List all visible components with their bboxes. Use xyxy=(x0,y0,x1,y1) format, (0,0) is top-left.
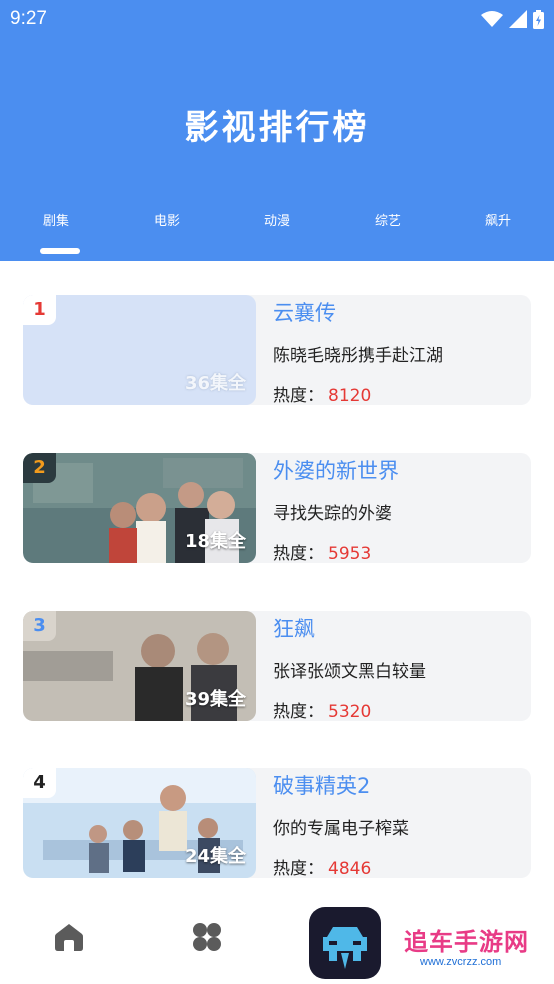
rank-badge: 4 xyxy=(23,768,56,798)
app-logo xyxy=(309,907,381,979)
heat-label: 热度： xyxy=(273,859,324,878)
tab-variety[interactable]: 综艺 xyxy=(348,210,428,229)
heat-value: 5320 xyxy=(328,702,372,721)
bottom-nav: 追车手游网 www.zvcrzz.com xyxy=(0,896,554,984)
item-title: 破事精英2 xyxy=(273,774,371,798)
battery-icon xyxy=(533,9,544,29)
item-title: 外婆的新世界 xyxy=(273,459,399,483)
tab-series[interactable]: 剧集 xyxy=(16,210,96,229)
poster-thumbnail: 4 24集全 xyxy=(23,768,256,878)
tab-anime[interactable]: 动漫 xyxy=(237,210,317,229)
signal-icon xyxy=(509,10,527,28)
episode-count: 36集全 xyxy=(184,373,246,394)
car-logo-icon xyxy=(323,927,367,969)
list-item[interactable]: 3 39集全 狂飙 张译张颂文黑白较量 热度： 5320 xyxy=(23,611,531,721)
heat-label: 热度： xyxy=(273,702,324,721)
episode-count: 24集全 xyxy=(184,846,246,867)
episode-count: 18集全 xyxy=(184,531,246,552)
status-icons xyxy=(481,9,544,29)
active-tab-indicator xyxy=(40,248,80,254)
poster-thumbnail: 3 39集全 xyxy=(23,611,256,721)
tab-bar: 剧集 电影 动漫 综艺 飙升 xyxy=(0,210,554,260)
item-title: 狂飙 xyxy=(273,617,315,641)
item-heat: 热度： 4846 xyxy=(273,854,371,878)
item-subtitle: 寻找失踪的外婆 xyxy=(273,504,392,524)
item-subtitle: 你的专属电子榨菜 xyxy=(273,819,409,839)
rank-badge: 1 xyxy=(23,295,56,325)
item-info: 狂飙 张译张颂文黑白较量 热度： 5320 xyxy=(273,611,523,721)
nav-category-button[interactable] xyxy=(190,920,230,960)
episode-count: 39集全 xyxy=(184,689,246,710)
grid-icon xyxy=(193,923,221,951)
item-subtitle: 陈晓毛晓彤携手赴江湖 xyxy=(273,346,443,366)
heat-value: 8120 xyxy=(328,386,372,405)
list-item[interactable]: 1 36集全 云襄传 陈晓毛晓彤携手赴江湖 热度： 8120 xyxy=(23,295,531,405)
heat-value: 4846 xyxy=(328,859,372,878)
wifi-icon xyxy=(481,11,503,27)
heat-label: 热度： xyxy=(273,386,324,405)
home-icon xyxy=(55,924,83,951)
item-heat: 热度： 5953 xyxy=(273,539,371,563)
status-bar: 9:27 xyxy=(0,0,554,38)
heat-label: 热度： xyxy=(273,544,324,563)
rank-badge: 2 xyxy=(23,453,56,483)
tab-movies[interactable]: 电影 xyxy=(127,210,207,229)
heat-value: 5953 xyxy=(328,544,372,563)
poster-thumbnail: 1 36集全 xyxy=(23,295,256,405)
poster-thumbnail: 2 18集全 xyxy=(23,453,256,563)
item-info: 破事精英2 你的专属电子榨菜 热度： 4846 xyxy=(273,768,523,878)
status-time: 9:27 xyxy=(10,8,47,29)
item-info: 云襄传 陈晓毛晓彤携手赴江湖 热度： 8120 xyxy=(273,295,523,405)
rank-badge: 3 xyxy=(23,611,56,641)
nav-home-button[interactable] xyxy=(52,920,92,960)
item-heat: 热度： 5320 xyxy=(273,697,371,721)
list-item[interactable]: 2 18集全 外婆的新世界 寻找失踪的外婆 热度： 5953 xyxy=(23,453,531,563)
watermark-url: www.zvcrzz.com xyxy=(420,956,502,968)
header: 9:27 影视排行榜 剧集 电影 动漫 综艺 飙升 xyxy=(0,0,554,261)
list-item[interactable]: 4 24集全 破事精英2 你的专属电子榨菜 热度： 4846 xyxy=(23,768,531,878)
item-info: 外婆的新世界 寻找失踪的外婆 热度： 5953 xyxy=(273,453,523,563)
tab-rising[interactable]: 飙升 xyxy=(458,210,538,229)
watermark-text: 追车手游网 xyxy=(404,928,529,956)
watermark: 追车手游网 www.zvcrzz.com xyxy=(390,922,550,974)
page-title: 影视排行榜 xyxy=(184,108,370,148)
item-subtitle: 张译张颂文黑白较量 xyxy=(273,662,426,682)
item-title: 云襄传 xyxy=(273,301,336,325)
item-heat: 热度： 8120 xyxy=(273,381,371,405)
